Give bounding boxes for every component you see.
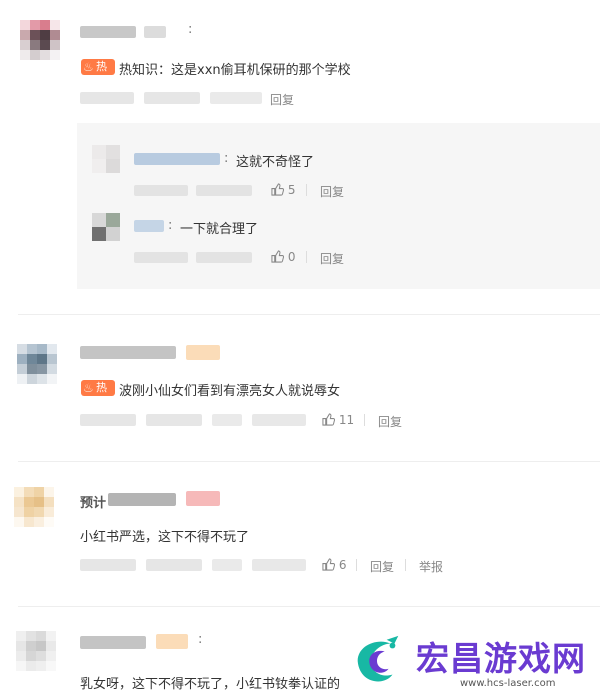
divider [306,251,307,263]
timestamp-blurred [252,414,306,426]
reply-text: 这就不奇怪了 [236,155,315,170]
comment-divider [18,314,600,315]
colon: : [168,218,173,233]
thumbs-up-icon [322,558,335,571]
timestamp-blurred [80,559,136,571]
avatar[interactable] [17,344,57,384]
comment-text: 小红书严选，这下不得不玩了 [80,530,250,545]
dragon-logo-icon [357,635,399,682]
avatar[interactable] [14,487,54,527]
divider [306,184,307,196]
timestamp-blurred [134,185,188,196]
comment-divider [18,461,600,462]
reply-button[interactable]: 回复 [270,91,294,108]
reply-avatar[interactable] [92,145,120,173]
flame-icon: ♨ [83,60,94,74]
thumbs-up-icon [271,250,284,263]
divider [356,559,357,571]
username-blurred[interactable] [134,153,220,165]
site-title: 宏昌游戏网 [416,639,586,678]
reply-button[interactable]: 回复 [378,413,402,430]
username-blurred [144,26,166,38]
like-count: 6 [338,558,347,572]
like-count: 11 [338,413,355,427]
like-count: 5 [287,183,296,197]
timestamp-blurred [196,185,252,196]
username-blurred[interactable] [108,493,176,506]
user-badge-blurred [186,491,220,506]
hot-badge-label: 热 [96,381,107,394]
timestamp-blurred [134,252,188,263]
username-blurred[interactable] [134,220,164,232]
reply-button[interactable]: 回复 [320,183,344,200]
like-button[interactable]: 11 [322,413,354,427]
site-url: www.hcs-laser.com [460,678,556,689]
reply-button[interactable]: 回复 [320,250,344,267]
reply-text: 一下就合理了 [180,222,259,237]
timestamp-blurred [196,252,252,263]
reply-button[interactable]: 回复 [370,558,394,575]
report-button[interactable]: 举报 [419,558,443,575]
username-fragment[interactable]: 预计 [80,492,106,511]
timestamp-blurred [252,559,306,571]
username-blurred[interactable] [80,26,136,38]
hot-badge-label: 热 [96,60,107,73]
comment-text: 热知识：这是xxn偷耳机保研的那个学校 [119,63,351,78]
hot-badge: ♨ 热 [81,380,115,396]
username-blurred[interactable] [80,346,176,359]
colon: : [224,151,229,166]
thumbs-up-icon [271,183,284,196]
site-watermark: 宏昌游戏网 www.hcs-laser.com [340,626,600,696]
comment-text: 波刚小仙女们看到有漂亮女人就说辱女 [119,384,341,399]
colon: : [188,22,193,37]
timestamp-blurred [210,92,262,104]
timestamp-blurred [144,92,200,104]
user-badge-blurred [186,345,220,360]
timestamp-blurred [212,414,242,426]
timestamp-blurred [212,559,242,571]
flame-icon: ♨ [83,381,94,395]
hot-badge: ♨ 热 [81,59,115,75]
reply-avatar[interactable] [92,213,120,241]
like-button[interactable]: 5 [271,183,295,197]
comment-text: 乳女呀，这下不得不玩了，小红书钕拳认证的 [80,677,341,692]
timestamp-blurred [146,559,202,571]
timestamp-blurred [80,92,134,104]
username-blurred[interactable] [80,636,146,649]
divider [364,414,365,426]
divider [405,559,406,571]
like-button[interactable]: 0 [271,250,295,264]
timestamp-blurred [80,414,136,426]
like-count: 0 [287,250,296,264]
avatar[interactable] [16,631,56,671]
like-button[interactable]: 6 [322,558,346,572]
user-badge-blurred [156,634,188,649]
thumbs-up-icon [322,413,335,426]
comment-divider [18,606,600,607]
colon: : [198,632,203,647]
timestamp-blurred [146,414,202,426]
avatar[interactable] [20,20,60,60]
